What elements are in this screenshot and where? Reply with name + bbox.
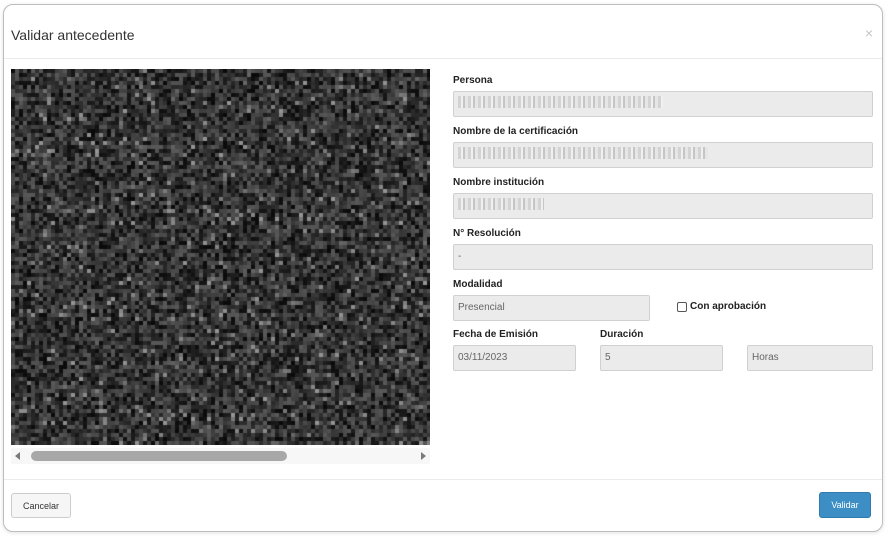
certificacion-field[interactable] bbox=[453, 142, 873, 168]
duracion-unit-field[interactable]: Horas bbox=[747, 345, 873, 371]
duracion-label: Duración bbox=[600, 329, 644, 340]
horizontal-scrollbar[interactable] bbox=[11, 448, 430, 464]
con-aprobacion-label: Con aprobación bbox=[690, 301, 767, 312]
modalidad-label: Modalidad bbox=[453, 279, 503, 290]
redacted-value bbox=[458, 147, 708, 160]
checkbox-box[interactable] bbox=[677, 302, 687, 312]
document-viewer[interactable] bbox=[11, 69, 430, 465]
modal-title: Validar antecedente bbox=[11, 27, 135, 43]
modalidad-field[interactable]: Presencial bbox=[453, 295, 650, 321]
fecha-emision-field[interactable]: 03/11/2023 bbox=[453, 345, 576, 371]
redacted-value bbox=[458, 198, 544, 211]
resolucion-field[interactable]: - bbox=[453, 244, 873, 270]
institucion-label: Nombre institución bbox=[453, 177, 545, 188]
con-aprobacion-checkbox[interactable]: Con aprobación bbox=[677, 302, 766, 312]
persona-field[interactable] bbox=[453, 91, 873, 117]
redacted-value bbox=[458, 96, 663, 109]
cancel-button[interactable]: Cancelar bbox=[11, 493, 71, 518]
scroll-left-arrow-icon[interactable] bbox=[15, 452, 20, 460]
validar-antecedente-modal: Validar antecedente × Persona Nombre de … bbox=[3, 4, 883, 532]
modal-footer: Cancelar Validar bbox=[4, 479, 882, 531]
fecha-emision-label: Fecha de Emisión bbox=[453, 329, 539, 340]
scrollbar-thumb[interactable] bbox=[31, 451, 287, 461]
duracion-field[interactable]: 5 bbox=[600, 345, 723, 371]
close-button[interactable]: × bbox=[865, 26, 873, 40]
persona-label: Persona bbox=[453, 75, 493, 86]
certificacion-label: Nombre de la certificación bbox=[453, 126, 579, 137]
document-image bbox=[11, 69, 430, 445]
modal-header: Validar antecedente × bbox=[4, 5, 882, 59]
validate-button[interactable]: Validar bbox=[819, 492, 871, 518]
institucion-field[interactable] bbox=[453, 193, 873, 219]
resolucion-label: N° Resolución bbox=[453, 228, 521, 239]
scroll-right-arrow-icon[interactable] bbox=[421, 452, 426, 460]
